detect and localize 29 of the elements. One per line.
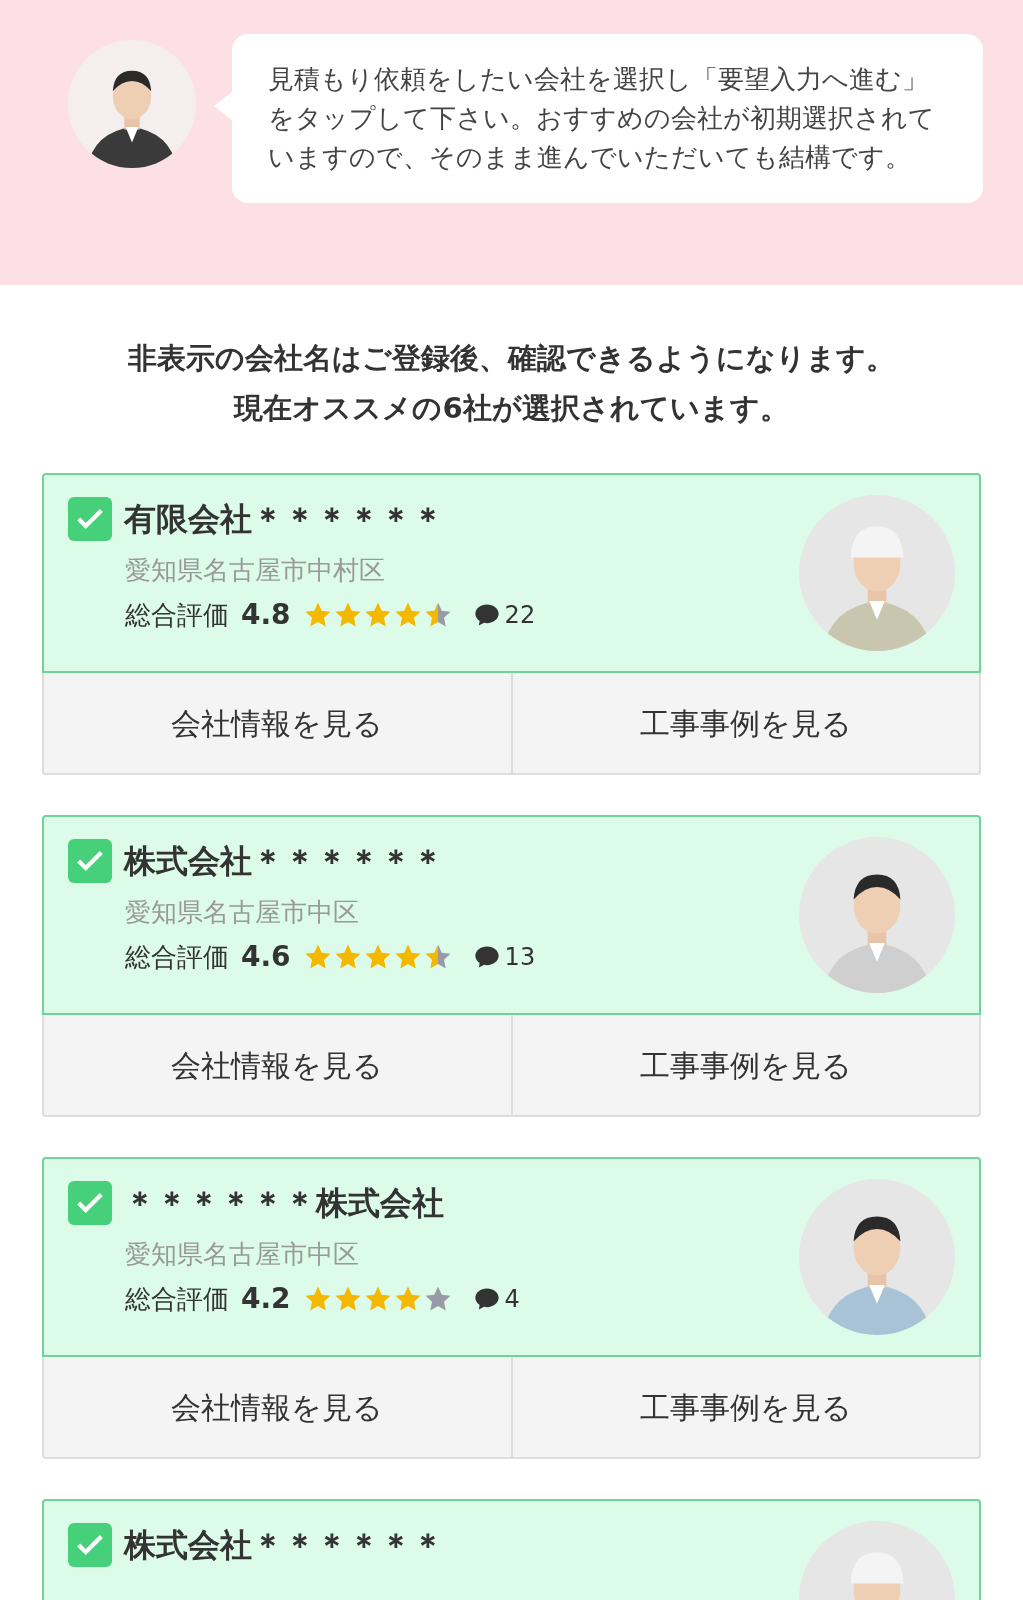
card-link-button[interactable]: 会社情報を見る — [42, 673, 513, 775]
company-name: 株式会社＊＊＊＊＊＊ — [124, 1525, 444, 1566]
review-count: 22 — [504, 600, 536, 631]
card-link-button[interactable]: 工事事例を見る — [512, 1015, 981, 1117]
card-link-button[interactable]: 会社情報を見る — [42, 1015, 513, 1117]
notice-text: 非表示の会社名はご登録後、確認できるようになります。 — [128, 340, 895, 377]
card-link-button[interactable]: 工事事例を見る — [512, 673, 981, 775]
card-link-button[interactable]: 会社情報を見る — [42, 1357, 513, 1459]
company-name: ＊＊＊＊＊＊株式会社 — [124, 1183, 444, 1224]
checkbox[interactable] — [68, 1523, 112, 1567]
rating-label: 総合評価 — [125, 940, 229, 974]
checkbox[interactable] — [68, 839, 112, 883]
rating-score: 4.8 — [241, 597, 291, 633]
company-name: 有限会社＊＊＊＊＊＊ — [124, 499, 444, 540]
rating-score: 4.2 — [241, 1281, 291, 1317]
company-address: 愛知県名古屋市中区 — [125, 896, 360, 929]
review-count: 13 — [504, 942, 536, 973]
instruction-text: 見積もり依頼をしたい会社を選択し「要望入力へ進む」をタップして下さい。おすすめの会社が初期選択されていますので、そのまま進んでいただいても結構です。 — [268, 63, 936, 174]
company-address: 愛知県名古屋市中区 — [125, 1238, 360, 1271]
company-address: 愛知県名古屋市中村区 — [125, 554, 386, 587]
checkbox[interactable] — [68, 1181, 112, 1225]
rating-score: 4.6 — [241, 939, 291, 975]
notice-text: 現在オススメの6社が選択されています。 — [234, 390, 789, 427]
company-name: 株式会社＊＊＊＊＊＊ — [124, 841, 444, 882]
rating-label: 総合評価 — [125, 1282, 229, 1316]
review-count: 4 — [504, 1284, 520, 1315]
card-link-button[interactable]: 工事事例を見る — [512, 1357, 981, 1459]
checkbox[interactable] — [68, 497, 112, 541]
rating-label: 総合評価 — [125, 598, 229, 632]
